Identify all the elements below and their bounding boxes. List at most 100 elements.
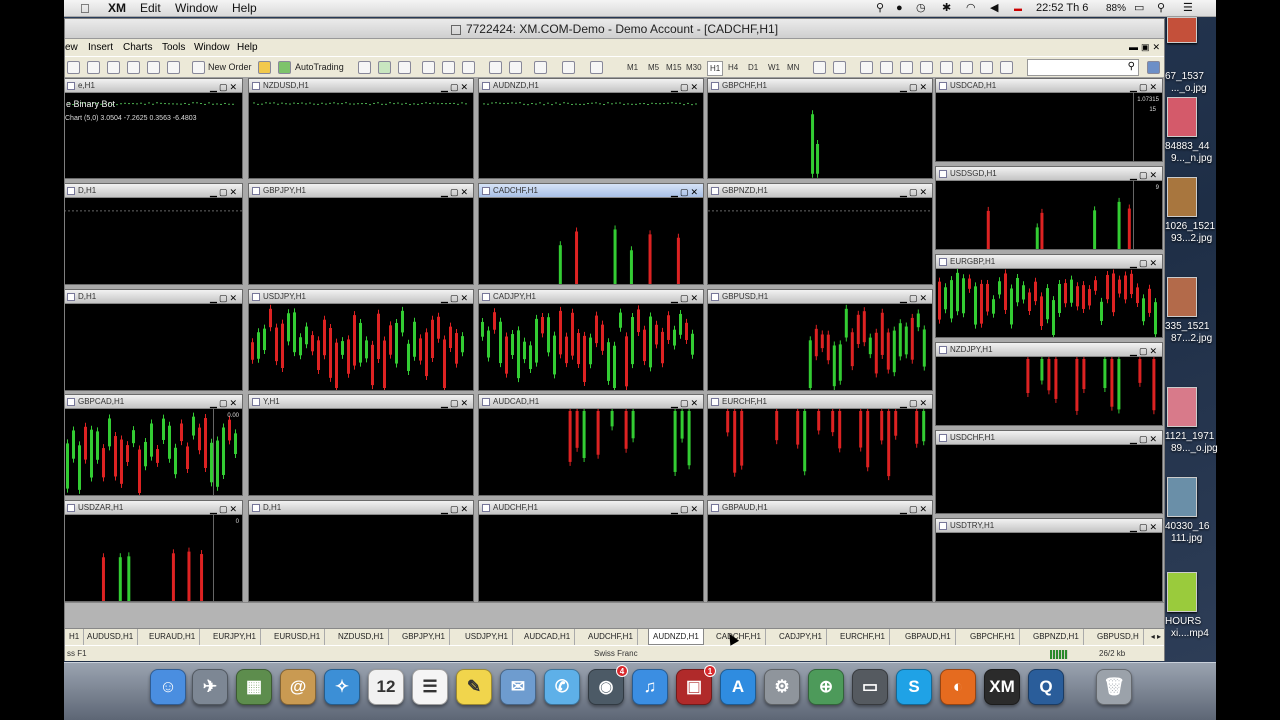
chart-canvas[interactable] — [936, 269, 1162, 337]
tile-icon[interactable] — [462, 61, 475, 74]
chart-window-controls[interactable]: ▁▢✕ — [1130, 432, 1159, 446]
chart-window[interactable]: GBPCAD,H1 ▁▢✕ 0.00 — [65, 394, 243, 496]
photobooth-icon[interactable]: ▣ 1 — [676, 665, 716, 705]
chart-titlebar[interactable]: USDCHF,H1 ▁▢✕ — [936, 431, 1162, 445]
chart-titlebar[interactable]: NZDJPY,H1 ▁▢✕ — [936, 343, 1162, 357]
chart-tab[interactable]: GBPNZD,H1 — [1029, 629, 1084, 645]
desktop-file-label[interactable]: ..._o.jpg — [1171, 83, 1207, 95]
chart-tab[interactable]: GBPJPY,H1 — [398, 629, 450, 645]
chart-titlebar[interactable]: EURGBP,H1 ▁▢✕ — [936, 255, 1162, 269]
bluetooth-icon[interactable]: ✱ — [942, 1, 951, 16]
chart-tab[interactable]: H1 — [65, 629, 85, 645]
chart-window-controls[interactable]: ▁▢✕ — [210, 80, 239, 94]
messages-icon[interactable]: ✆ — [544, 669, 580, 705]
tf-w1[interactable]: W1 — [768, 61, 780, 74]
menu-help[interactable]: Help — [232, 1, 257, 16]
channel-icon[interactable] — [920, 61, 933, 74]
volume-icon[interactable]: ◀ — [990, 1, 998, 16]
autoscroll-icon[interactable] — [489, 61, 502, 74]
chart-titlebar[interactable]: GBPJPY,H1 ▁▢✕ — [249, 184, 473, 198]
chart-window[interactable]: USDJPY,H1 ▁▢✕ — [248, 289, 474, 391]
chart-canvas[interactable] — [708, 304, 932, 390]
desktop-file-label[interactable]: 93...2.jpg — [1171, 233, 1212, 245]
chart-titlebar[interactable]: GBPCHF,H1 ▁▢✕ — [708, 79, 932, 93]
menu-window2[interactable]: Window — [194, 39, 230, 56]
chart-window-controls[interactable]: ▁▢✕ — [671, 80, 700, 94]
chart-titlebar[interactable]: USDCAD,H1 ▁▢✕ — [936, 79, 1162, 93]
chart-titlebar[interactable]: USDZAR,H1 ▁▢✕ — [65, 501, 242, 515]
chart-tab[interactable]: EURJPY,H1 — [209, 629, 261, 645]
battery-text[interactable]: 88% — [1106, 1, 1126, 16]
chart-window-controls[interactable]: ▁▢✕ — [441, 291, 470, 305]
itunes-icon[interactable]: ♫ — [632, 669, 668, 705]
new-order-icon[interactable] — [192, 61, 205, 74]
tv-icon[interactable]: ▭ — [852, 669, 888, 705]
chart-window-controls[interactable]: ▁▢✕ — [210, 185, 239, 199]
chart-window[interactable]: GBPNZD,H1 ▁▢✕ — [707, 183, 933, 285]
chart-window[interactable]: USDSGD,H1 ▁▢✕ 9 — [935, 166, 1163, 250]
chart-tab[interactable]: USDJPY,H1 — [461, 629, 513, 645]
app-menu[interactable]: XM — [108, 1, 126, 16]
chart-canvas[interactable] — [936, 357, 1162, 425]
chart-window[interactable]: GBPAUD,H1 ▁▢✕ — [707, 500, 933, 602]
chart-titlebar[interactable]: GBPNZD,H1 ▁▢✕ — [708, 184, 932, 198]
tf-m5[interactable]: M5 — [648, 61, 659, 74]
periods-icon[interactable] — [562, 61, 575, 74]
chart-window[interactable]: EURCHF,H1 ▁▢✕ — [707, 394, 933, 496]
tf-h1[interactable]: H1 — [707, 61, 724, 76]
vertical-line-icon[interactable] — [860, 61, 873, 74]
chart-window-controls[interactable]: ▁▢✕ — [671, 396, 700, 410]
chart-window[interactable]: AUDCHF,H1 ▁▢✕ — [478, 500, 704, 602]
chart-tab[interactable]: CADCHF,H1 — [712, 629, 766, 645]
menu-window[interactable]: Window — [175, 1, 218, 16]
trash-icon[interactable]: 🗑 — [1096, 669, 1132, 705]
desktop-file-label[interactable]: 84883_44 — [1165, 141, 1210, 153]
chart-window-controls[interactable]: ▁▢✕ — [900, 80, 929, 94]
chart-titlebar[interactable]: AUDCAD,H1 ▁▢✕ — [479, 395, 703, 409]
chart-shift-icon[interactable] — [509, 61, 522, 74]
mail-icon[interactable]: ✉ — [500, 669, 536, 705]
menu-view[interactable]: ew — [65, 39, 78, 56]
tf-h4[interactable]: H4 — [728, 61, 738, 74]
chart-tab[interactable]: EURAUD,H1 — [145, 629, 201, 645]
chart-titlebar[interactable]: AUDCHF,H1 ▁▢✕ — [479, 501, 703, 515]
chart-window[interactable]: AUDCAD,H1 ▁▢✕ — [478, 394, 704, 496]
chart-window[interactable]: CADCHF,H1 ▁▢✕ — [478, 183, 704, 285]
clock[interactable]: 22:52 Th 6 — [1036, 1, 1088, 16]
chart-window-controls[interactable]: ▁▢✕ — [900, 185, 929, 199]
chart-canvas[interactable]: 0.00 — [65, 409, 242, 495]
community-icon[interactable] — [1147, 61, 1160, 74]
finder-icon[interactable]: ☺ — [150, 669, 186, 705]
chart-tab[interactable]: AUDCHF,H1 — [584, 629, 638, 645]
desktop-file-thumbnail[interactable] — [1167, 572, 1197, 612]
desktop-file-label[interactable]: 87...2.jpg — [1171, 333, 1212, 345]
chart-window-controls[interactable]: ▁▢✕ — [210, 502, 239, 516]
desktop-file-label[interactable]: 1121_1971 — [1165, 431, 1214, 443]
desktop-file-label[interactable]: 67_1537 — [1165, 71, 1204, 83]
chart-window[interactable]: USDCHF,H1 ▁▢✕ — [935, 430, 1163, 514]
chart-canvas[interactable] — [708, 515, 932, 601]
chart-window-controls[interactable]: ▁▢✕ — [900, 502, 929, 516]
chart-window-controls[interactable]: ▁▢✕ — [671, 502, 700, 516]
zoom-out-icon[interactable] — [442, 61, 455, 74]
desktop-file-label[interactable]: 89..._o.jpg — [1171, 443, 1218, 455]
autotrading-button[interactable]: AutoTrading — [295, 60, 344, 75]
chart-titlebar[interactable]: USDJPY,H1 ▁▢✕ — [249, 290, 473, 304]
tf-mn[interactable]: MN — [787, 61, 799, 74]
chart-titlebar[interactable]: D,H1 ▁▢✕ — [65, 184, 242, 198]
chart-window[interactable]: NZDJPY,H1 ▁▢✕ — [935, 342, 1163, 426]
status-icon[interactable]: ⚲ — [876, 1, 884, 16]
chart-window[interactable]: GBPJPY,H1 ▁▢✕ — [248, 183, 474, 285]
chart-window[interactable]: USDZAR,H1 ▁▢✕ 0 — [65, 500, 243, 602]
xm-icon[interactable]: XM — [984, 669, 1020, 705]
chart-window[interactable]: D,H1 ▁▢✕ — [65, 289, 243, 391]
chart-titlebar[interactable]: D,H1 ▁▢✕ — [249, 501, 473, 515]
chart-canvas[interactable]: 9 — [936, 181, 1162, 249]
desktop-file-label[interactable]: 335_1521 — [1165, 321, 1210, 333]
notification-icon[interactable]: ☰ — [1183, 1, 1193, 16]
chart-titlebar[interactable]: USDSGD,H1 ▁▢✕ — [936, 167, 1162, 181]
chart-titlebar[interactable]: e,H1 ▁▢✕ — [65, 79, 242, 93]
chart-window[interactable]: GBPUSD,H1 ▁▢✕ — [707, 289, 933, 391]
chart-tab[interactable]: CADJPY,H1 — [775, 629, 827, 645]
chart-titlebar[interactable]: GBPUSD,H1 ▁▢✕ — [708, 290, 932, 304]
